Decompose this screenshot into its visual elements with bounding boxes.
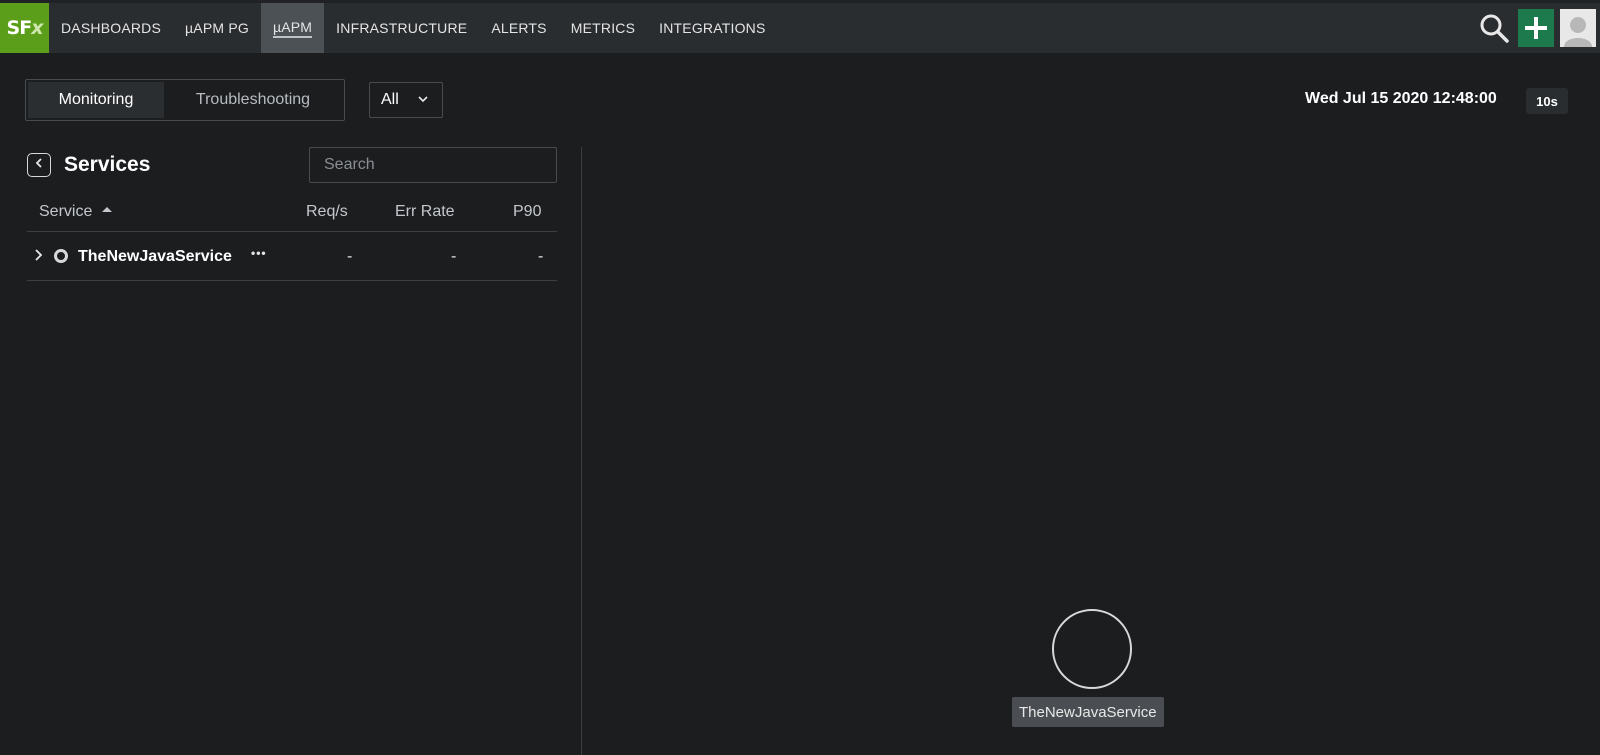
column-err-rate[interactable]: Err Rate xyxy=(395,203,455,221)
table-row[interactable]: TheNewJavaService ••• - - - xyxy=(27,233,557,281)
plus-icon[interactable] xyxy=(1518,9,1554,47)
view-mode-toggle: Monitoring Troubleshooting xyxy=(25,79,345,121)
sort-ascending-icon xyxy=(101,203,113,221)
service-map-node-label: TheNewJavaService xyxy=(1012,697,1164,727)
table-header: Service Req/s Err Rate P90 xyxy=(27,198,557,232)
column-req[interactable]: Req/s xyxy=(306,203,348,221)
nav-infrastructure[interactable]: INFRASTRUCTURE xyxy=(324,3,479,53)
panel-title: Services xyxy=(64,153,151,176)
nav-actions xyxy=(1476,3,1600,53)
panel-divider[interactable] xyxy=(581,147,582,755)
service-map-node[interactable] xyxy=(1052,609,1132,689)
user-avatar-icon[interactable] xyxy=(1560,9,1596,47)
more-options-icon[interactable]: ••• xyxy=(251,246,267,260)
search-icon[interactable] xyxy=(1476,9,1512,47)
refresh-interval-badge[interactable]: 10s xyxy=(1526,88,1568,114)
current-time: Wed Jul 15 2020 12:48:00 xyxy=(1305,90,1497,107)
tab-troubleshooting[interactable]: Troubleshooting xyxy=(164,82,342,118)
column-service[interactable]: Service xyxy=(39,203,113,221)
nav-dashboards[interactable]: DASHBOARDS xyxy=(49,3,173,53)
nav-metrics[interactable]: METRICS xyxy=(559,3,647,53)
search-input[interactable] xyxy=(309,147,557,183)
chevron-right-icon[interactable] xyxy=(33,247,45,268)
err-rate-value: - xyxy=(451,248,457,265)
signalfx-logo[interactable]: SF x xyxy=(0,3,49,53)
environment-select[interactable]: All xyxy=(369,82,443,118)
environment-select-value: All xyxy=(381,91,399,108)
nav-alerts[interactable]: ALERTS xyxy=(479,3,558,53)
collapse-panel-button[interactable] xyxy=(27,153,51,177)
nav-integrations[interactable]: INTEGRATIONS xyxy=(647,3,777,53)
top-nav: SF x DASHBOARDS µAPM PG µAPM INFRASTRUCTU… xyxy=(0,0,1600,53)
service-name[interactable]: TheNewJavaService xyxy=(78,248,232,266)
p90-value: - xyxy=(538,248,544,265)
service-status-icon xyxy=(53,248,69,269)
column-p90[interactable]: P90 xyxy=(513,203,541,221)
nav-uapm-pg[interactable]: µAPM PG xyxy=(173,3,261,53)
column-service-label: Service xyxy=(39,203,93,221)
tab-monitoring[interactable]: Monitoring xyxy=(28,82,164,118)
chevron-down-icon xyxy=(416,92,430,111)
nav-uapm[interactable]: µAPM xyxy=(260,3,325,53)
req-value: - xyxy=(347,248,353,265)
chevron-left-icon xyxy=(32,156,46,175)
